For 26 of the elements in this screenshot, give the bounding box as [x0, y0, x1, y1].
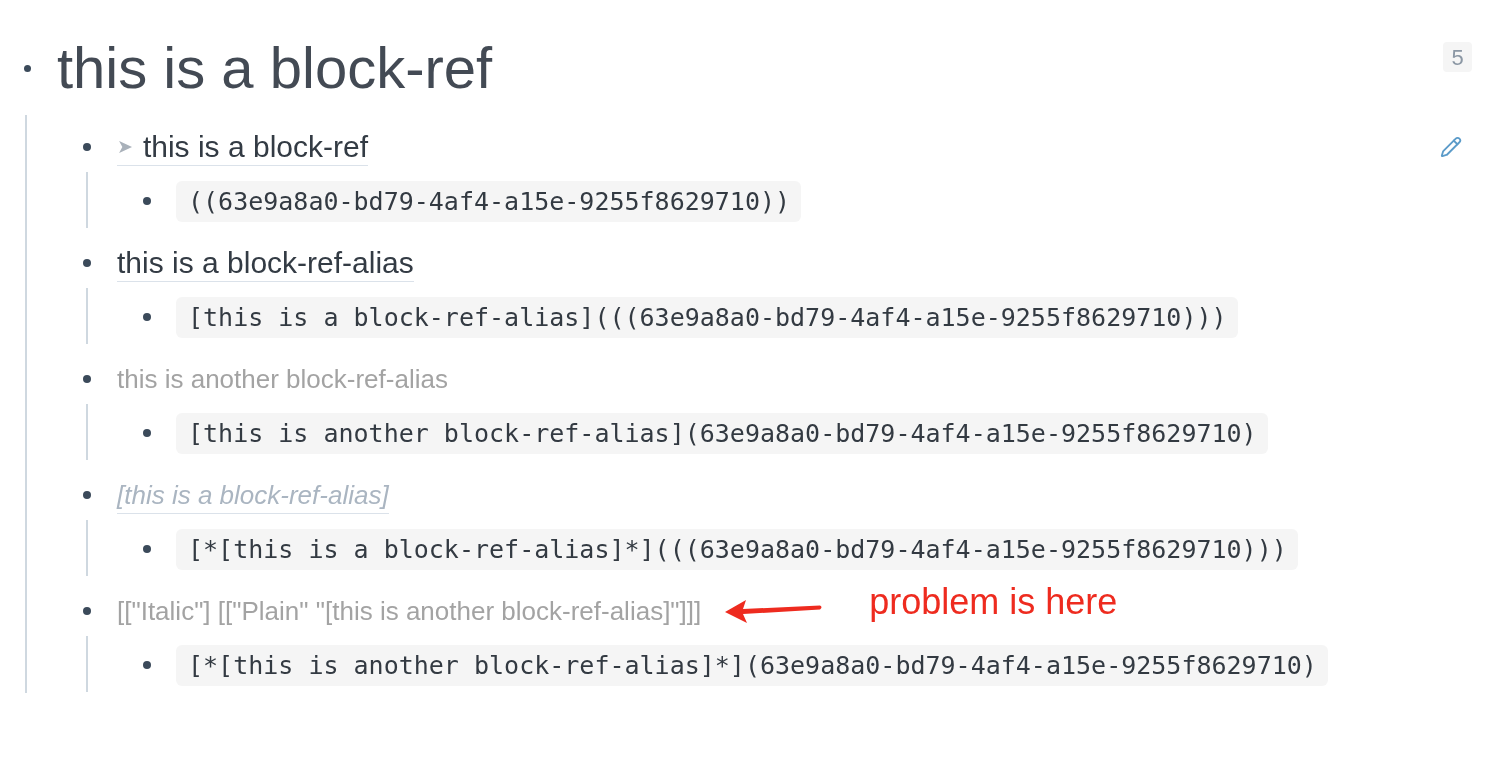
bullet-icon[interactable]	[143, 545, 151, 553]
bullet-icon[interactable]	[143, 429, 151, 437]
bullet-icon[interactable]	[83, 607, 91, 615]
code-block: [*[this is a block-ref-alias]*](((63e9a8a0-bd79-4af4-a15e-9255f8629710)))	[176, 529, 1298, 570]
bullet-icon[interactable]	[83, 375, 91, 383]
arrow-icon: ➤	[117, 137, 133, 156]
bullet-icon[interactable]	[24, 64, 31, 72]
child-count-badge: 5	[1443, 42, 1472, 72]
bullet-icon[interactable]	[83, 143, 91, 151]
annotation-text: problem is here	[869, 584, 1118, 620]
code-block: [this is a block-ref-alias](((63e9a8a0-bd79-4af4-a15e-9255f8629710)))	[176, 297, 1238, 338]
bullet-icon[interactable]	[143, 661, 151, 669]
bullet-icon[interactable]	[143, 197, 151, 205]
bullet-icon[interactable]	[143, 313, 151, 321]
pencil-icon	[1440, 136, 1462, 158]
block-text: this is another block-ref-alias	[117, 363, 448, 396]
bullet-icon[interactable]	[83, 259, 91, 267]
bullet-icon[interactable]	[83, 491, 91, 499]
code-block: [this is another block-ref-alias](63e9a8a0-bd79-4af4-a15e-9255f8629710)	[176, 413, 1268, 454]
code-block: [*[this is another block-ref-alias]*](63e9a8a0-bd79-4af4-a15e-9255f8629710)	[176, 645, 1328, 686]
code-block: ((63e9a8a0-bd79-4af4-a15e-9255f8629710))	[176, 181, 802, 222]
edit-button[interactable]	[1440, 136, 1462, 158]
block-ref-link[interactable]: this is a block-ref-alias	[117, 244, 414, 282]
page-title: this is a block-ref	[57, 39, 493, 97]
block-text: [["Italic"] [["Plain" "[this is another block-ref-alias]"]]]	[117, 595, 702, 628]
block-ref-link[interactable]: ➤ this is a block-ref	[117, 128, 368, 166]
